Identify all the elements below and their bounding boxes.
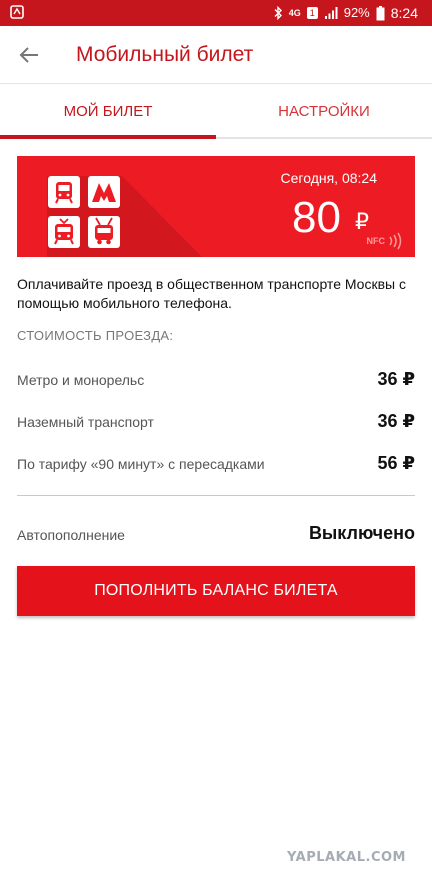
ticket-date: Сегодня, 08:24	[280, 170, 377, 186]
watermark: YAPLAKAL.COM	[287, 850, 406, 865]
fare-label: По тарифу «90 минут» с пересадками	[17, 456, 265, 472]
fare-price: 36 ₽	[377, 411, 415, 431]
back-button[interactable]	[14, 42, 44, 68]
clock: 8:24	[390, 5, 418, 21]
arrow-left-icon	[19, 47, 38, 63]
fare-label: Наземный транспорт	[17, 414, 154, 430]
ticket-currency: ₽	[355, 209, 369, 234]
fare-row: По тарифу «90 минут» с пересадками 56 ₽	[17, 453, 415, 477]
sim-badge: 1	[306, 7, 318, 19]
signal-icon	[324, 7, 338, 19]
metro-icon	[88, 176, 120, 208]
status-bar: 4G 1 92% 8:24	[0, 0, 432, 26]
nfc-label: NFC	[366, 236, 386, 246]
autorefill-value[interactable]: Выключено	[309, 523, 415, 544]
fare-row: Метро и монорельс 36 ₽	[17, 369, 415, 393]
tab-settings[interactable]: НАСТРОЙКИ	[216, 85, 432, 137]
battery-percent: 92%	[343, 5, 370, 20]
page-title: Мобильный билет	[76, 43, 254, 66]
fares-title: СТОИМОСТЬ ПРОЕЗДА:	[17, 328, 174, 343]
app-bar: Мобильный билет	[0, 26, 432, 84]
autorefill-label: Автопополнение	[17, 527, 125, 543]
fare-price: 36 ₽	[377, 369, 415, 389]
tram-icon	[48, 216, 80, 248]
battery-icon	[376, 5, 385, 20]
tab-bar: МОЙ БИЛЕТ НАСТРОЙКИ	[0, 85, 432, 139]
ticket-card[interactable]: Сегодня, 08:24 80 ₽ NFC	[17, 156, 415, 257]
fare-label: Метро и монорельс	[17, 372, 145, 388]
ticket-balance: 80	[292, 193, 341, 242]
network-type: 4G	[288, 8, 301, 18]
trolleybus-icon	[88, 216, 120, 248]
topup-balance-button[interactable]: ПОПОЛНИТЬ БАЛАНС БИЛЕТА	[17, 566, 415, 616]
bluetooth-icon	[274, 6, 282, 20]
fare-price: 56 ₽	[377, 453, 415, 473]
description-text: Оплачивайте проезд в общественном трансп…	[17, 276, 406, 311]
status-icons: 4G 1 92% 8:24	[273, 4, 418, 22]
divider	[17, 495, 415, 496]
tab-my-ticket[interactable]: МОЙ БИЛЕТ	[0, 85, 216, 139]
train-icon	[48, 176, 80, 208]
nfc-icon	[389, 232, 402, 250]
fare-row: Наземный транспорт 36 ₽	[17, 411, 415, 435]
notification-icon	[10, 5, 24, 19]
